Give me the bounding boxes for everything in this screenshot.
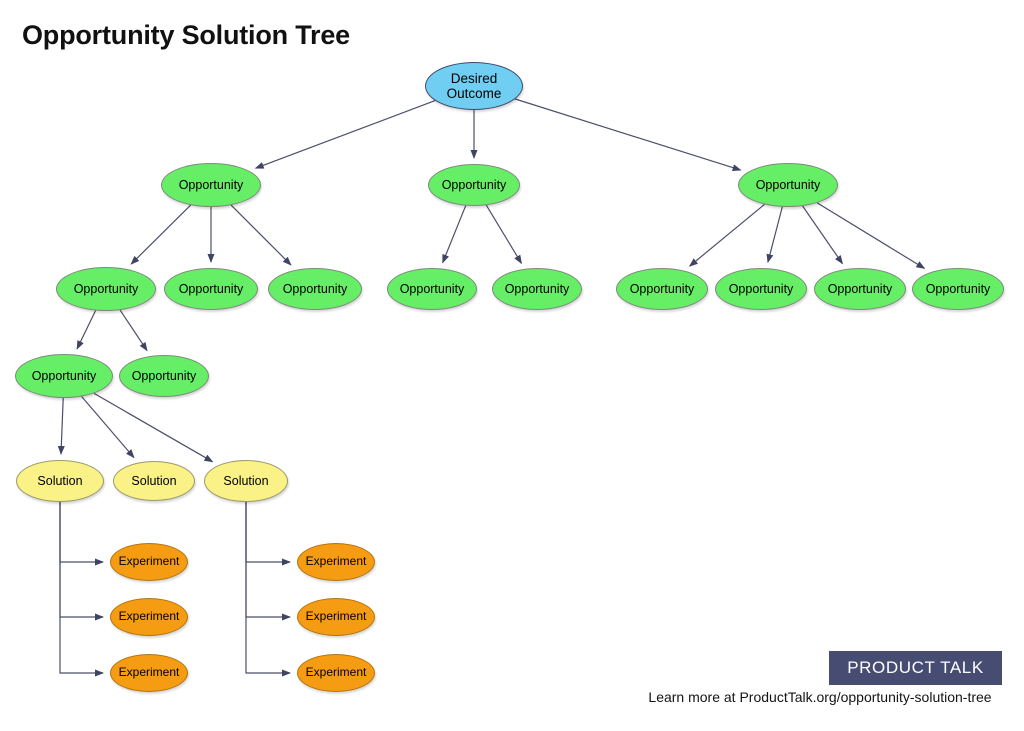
- node-experiment-e1[interactable]: Experiment: [110, 543, 188, 581]
- node-label: Solution: [131, 474, 177, 488]
- node-opportunity-o1a[interactable]: Opportunity: [56, 267, 156, 311]
- node-opportunity-o1b[interactable]: Opportunity: [164, 268, 258, 310]
- node-layer: Desired Outcome Opportunity Opportunity Opp…: [0, 0, 1024, 731]
- node-label: Opportunity: [504, 282, 570, 296]
- product-talk-badge[interactable]: PRODUCT TALK: [829, 651, 1002, 685]
- node-opportunity-o3a[interactable]: Opportunity: [616, 268, 708, 310]
- node-label: Opportunity: [178, 178, 244, 192]
- node-label: Experiment: [118, 609, 180, 624]
- node-opportunity-o2a[interactable]: Opportunity: [387, 268, 477, 310]
- node-label: Experiment: [305, 554, 367, 569]
- node-label: Opportunity: [728, 282, 794, 296]
- node-label: Opportunity: [629, 282, 695, 296]
- node-experiment-e5[interactable]: Experiment: [297, 598, 375, 636]
- node-experiment-e4[interactable]: Experiment: [297, 543, 375, 581]
- node-solution-s2[interactable]: Solution: [113, 461, 195, 501]
- node-solution-s1[interactable]: Solution: [16, 460, 104, 502]
- node-opportunity-o3d[interactable]: Opportunity: [912, 268, 1004, 310]
- node-label: Experiment: [118, 554, 180, 569]
- node-label: Experiment: [305, 609, 367, 624]
- node-solution-s3[interactable]: Solution: [204, 460, 288, 502]
- node-opportunity-o1a1[interactable]: Opportunity: [15, 354, 113, 398]
- node-opportunity-o1a2[interactable]: Opportunity: [119, 355, 209, 397]
- node-opportunity-o3b[interactable]: Opportunity: [715, 268, 807, 310]
- node-label: Opportunity: [827, 282, 893, 296]
- node-label: Solution: [37, 474, 83, 488]
- node-label: Opportunity: [31, 369, 97, 383]
- node-label: Desired Outcome: [446, 70, 502, 101]
- node-outcome-outcome[interactable]: Desired Outcome: [425, 62, 523, 110]
- node-label: Opportunity: [178, 282, 244, 296]
- node-opportunity-o2[interactable]: Opportunity: [428, 164, 520, 206]
- node-opportunity-o3[interactable]: Opportunity: [738, 163, 838, 207]
- node-label: Experiment: [118, 665, 180, 680]
- node-label: Opportunity: [925, 282, 991, 296]
- node-opportunity-o3c[interactable]: Opportunity: [814, 268, 906, 310]
- node-opportunity-o1[interactable]: Opportunity: [161, 163, 261, 207]
- node-label: Opportunity: [441, 178, 507, 192]
- node-label: Opportunity: [131, 369, 197, 383]
- node-label: Opportunity: [755, 178, 821, 192]
- node-experiment-e3[interactable]: Experiment: [110, 654, 188, 692]
- node-opportunity-o2b[interactable]: Opportunity: [492, 268, 582, 310]
- node-experiment-e2[interactable]: Experiment: [110, 598, 188, 636]
- node-label: Solution: [223, 474, 269, 488]
- node-label: Opportunity: [399, 282, 465, 296]
- node-experiment-e6[interactable]: Experiment: [297, 654, 375, 692]
- learn-more-note: Learn more at ProductTalk.org/opportunit…: [648, 689, 992, 705]
- node-label: Experiment: [305, 665, 367, 680]
- node-label: Opportunity: [73, 282, 139, 296]
- node-opportunity-o1c[interactable]: Opportunity: [268, 268, 362, 310]
- node-label: Opportunity: [282, 282, 348, 296]
